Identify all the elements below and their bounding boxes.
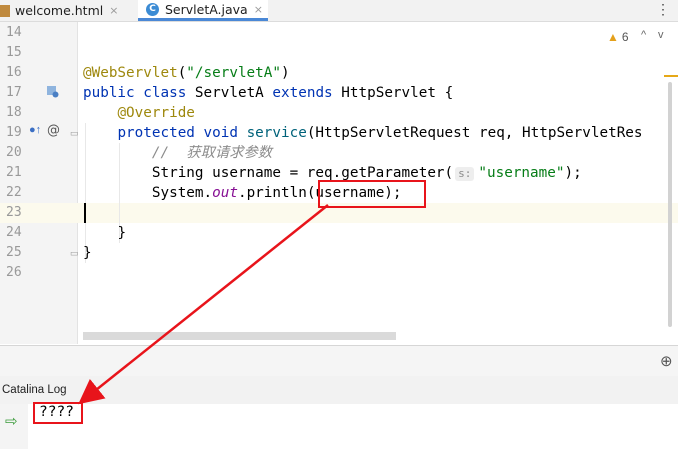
annotation-arrow	[78, 204, 329, 405]
